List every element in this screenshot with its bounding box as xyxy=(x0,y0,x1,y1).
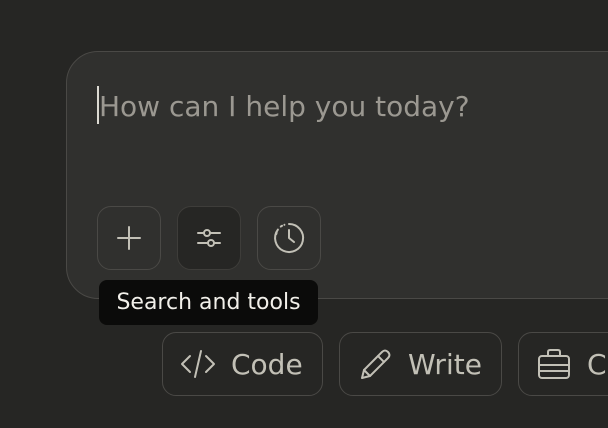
suggestion-write-button[interactable]: Write xyxy=(339,332,502,396)
code-icon xyxy=(179,345,217,383)
pencil-icon xyxy=(356,345,394,383)
sliders-icon xyxy=(195,224,223,252)
search-and-tools-button[interactable] xyxy=(177,206,241,270)
plus-icon xyxy=(115,224,143,252)
search-and-tools-tooltip: Search and tools xyxy=(99,280,318,325)
briefcase-icon xyxy=(535,345,573,383)
suggestion-label: Write xyxy=(408,347,482,381)
chat-start-screen: Search and tools Code Write xyxy=(0,0,608,428)
add-attachment-button[interactable] xyxy=(97,206,161,270)
suggestion-third-button[interactable]: C xyxy=(518,332,608,396)
suggestion-label: Code xyxy=(231,347,303,381)
prompt-input[interactable] xyxy=(99,84,579,128)
suggestion-label: C xyxy=(587,347,607,381)
suggestion-code-button[interactable]: Code xyxy=(162,332,323,396)
history-button[interactable] xyxy=(257,206,321,270)
history-clock-icon xyxy=(272,221,306,255)
